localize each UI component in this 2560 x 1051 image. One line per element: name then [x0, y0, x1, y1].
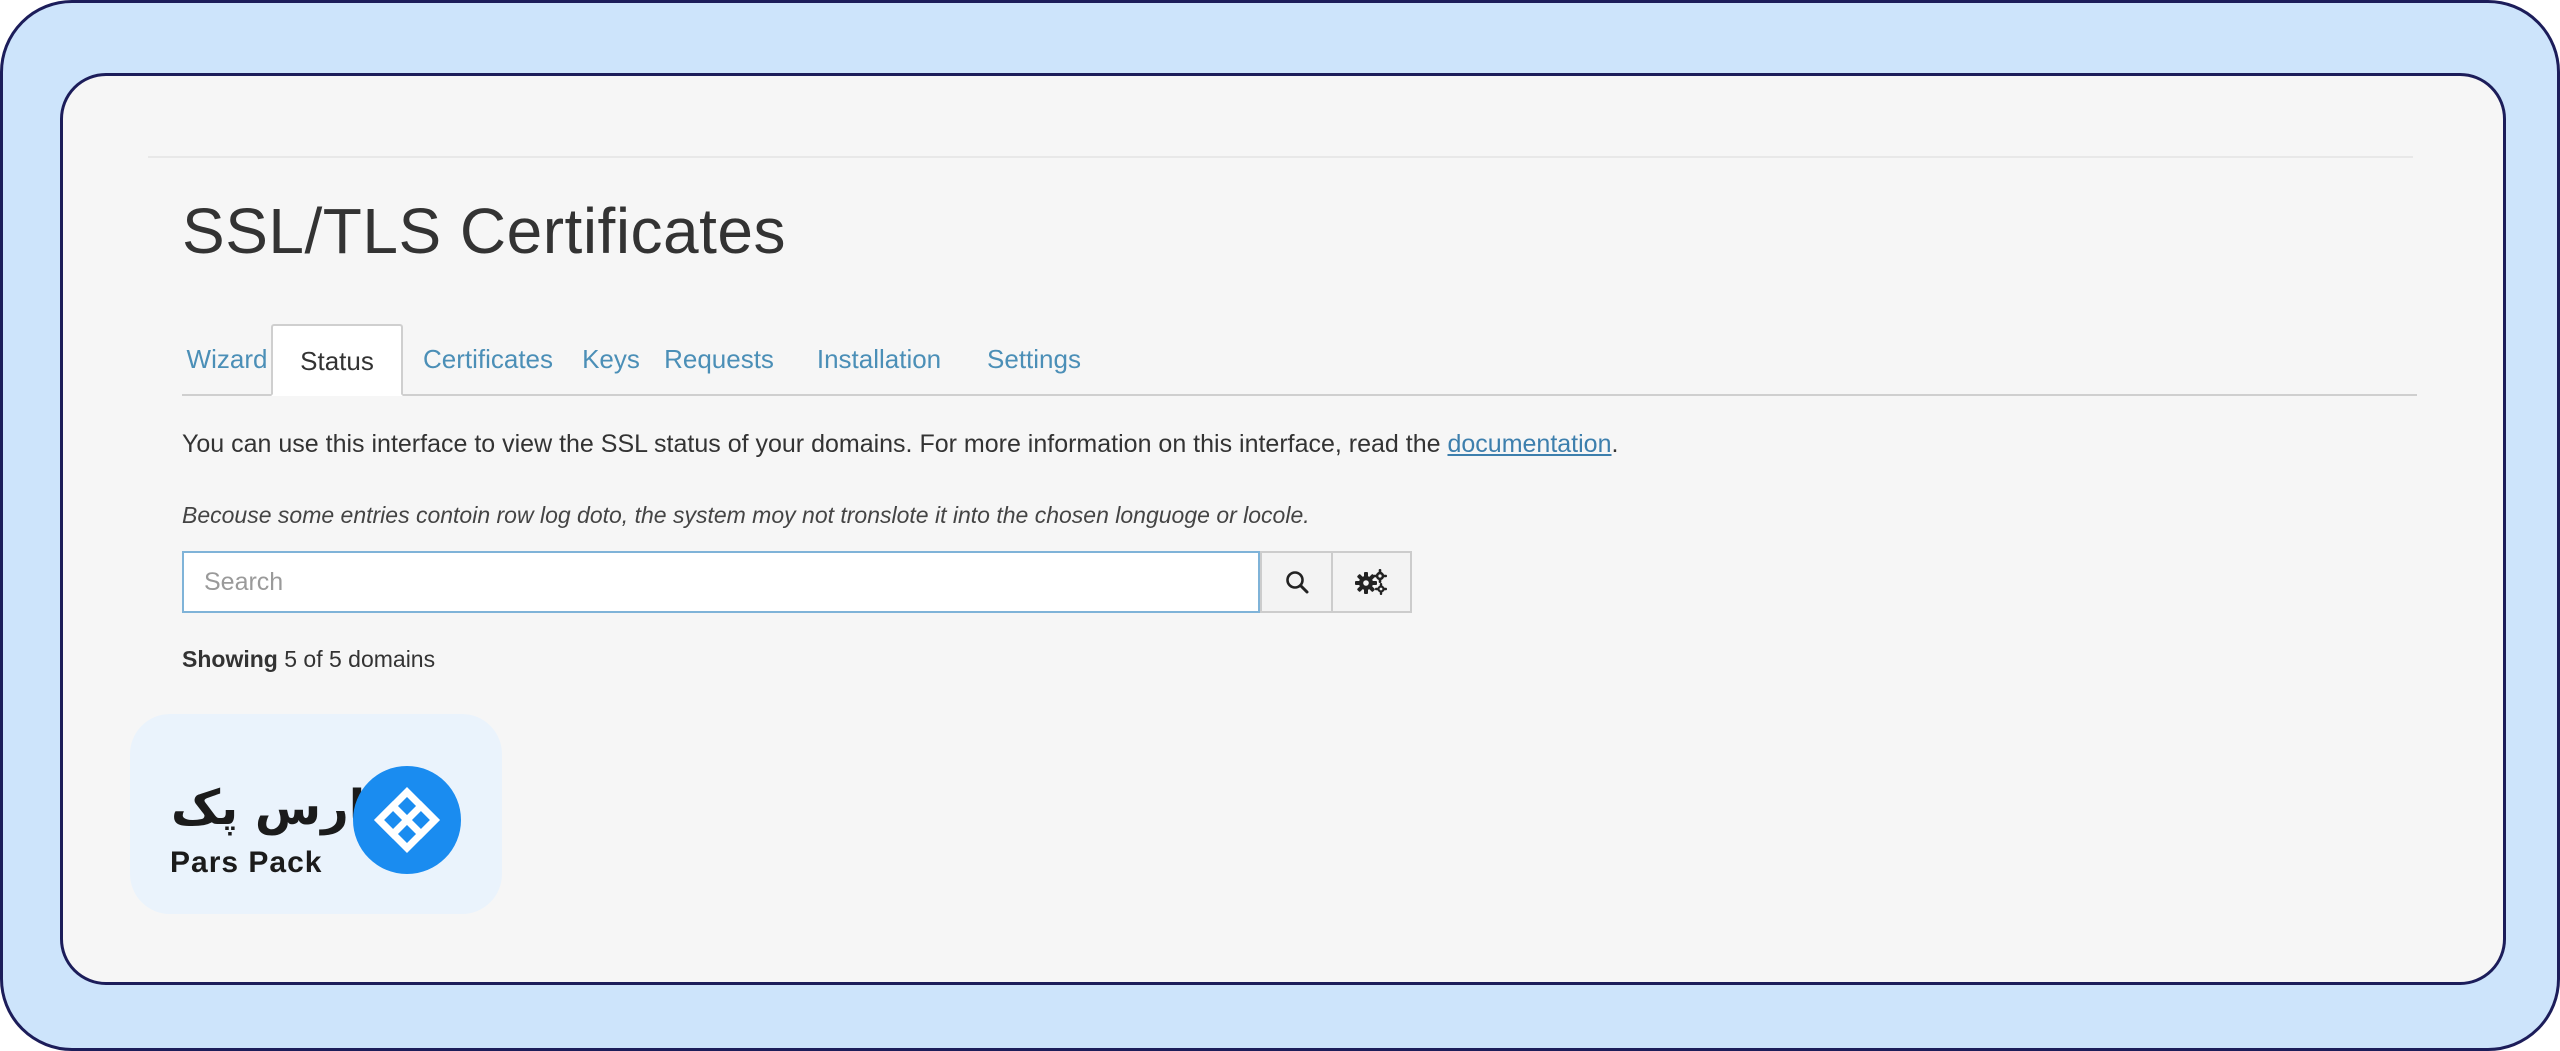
tab-bar: Wizard Status Certificates Keys Requests…	[182, 324, 2417, 396]
showing-value: 5 of 5 domains	[284, 646, 436, 672]
top-divider	[148, 156, 2413, 158]
intro-period: .	[1611, 430, 1619, 458]
tab-wizard[interactable]: Wizard	[182, 324, 272, 396]
tab-keys[interactable]: Keys	[573, 324, 649, 396]
tab-certificates[interactable]: Certificates	[403, 324, 573, 396]
translation-note: Becouse some entries contoin row log dot…	[182, 502, 1310, 528]
intro-text: You can use this interface to view the S…	[182, 430, 1618, 459]
search-button[interactable]	[1260, 551, 1333, 613]
outer-frame: SSL/TLS Certificates Wizard Status Certi…	[0, 0, 2560, 1051]
documentation-link[interactable]: documentation	[1447, 430, 1611, 458]
search-input[interactable]	[182, 551, 1260, 613]
display-settings-button[interactable]	[1331, 551, 1412, 613]
content-card: SSL/TLS Certificates Wizard Status Certi…	[60, 73, 2506, 985]
gears-icon	[1354, 569, 1387, 595]
page-title: SSL/TLS Certificates	[182, 195, 786, 267]
parspack-logo-icon	[353, 766, 461, 874]
showing-count: Showing 5 of 5 domains	[182, 646, 435, 673]
tab-settings[interactable]: Settings	[969, 324, 1099, 396]
brand-name-english: Pars Pack	[170, 846, 323, 879]
showing-label: Showing	[182, 646, 278, 672]
tab-status[interactable]: Status	[271, 324, 403, 396]
search-icon	[1285, 571, 1308, 594]
tab-requests[interactable]: Requests	[649, 324, 789, 396]
intro-sentence: You can use this interface to view the S…	[182, 430, 1448, 458]
tab-installation[interactable]: Installation	[789, 324, 969, 396]
